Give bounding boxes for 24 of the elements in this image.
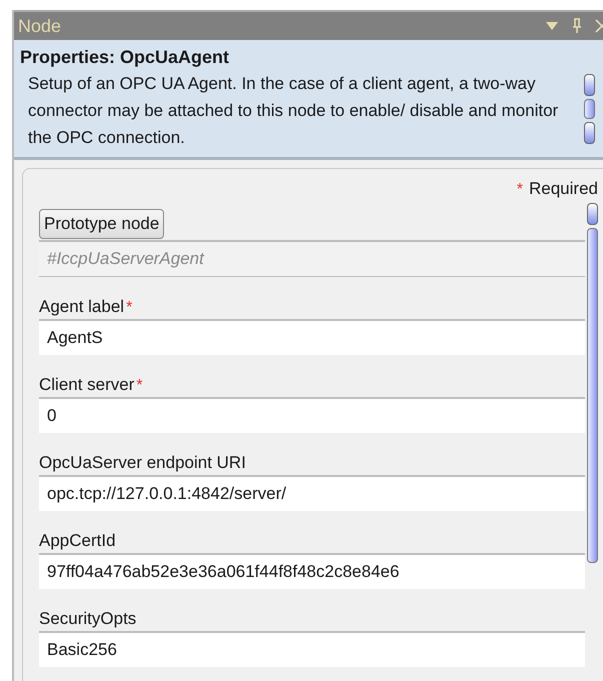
dropdown-icon[interactable] (545, 21, 559, 31)
pin-icon[interactable] (571, 18, 583, 34)
field-label: SecurityOpts (39, 609, 136, 629)
close-icon[interactable] (595, 19, 603, 33)
scrollbar[interactable] (587, 203, 598, 563)
scrollbar[interactable] (584, 74, 595, 144)
field-label: Client server (39, 375, 134, 395)
required-asterisk: * (136, 377, 143, 395)
description-text: Setup of an OPC UA Agent. In the case of a client agent, a two-way connector may be attached to this node to enable/ disable and monitor the OPC connection. (28, 73, 560, 149)
required-asterisk: * (516, 181, 523, 199)
properties-title: Properties: OpcUaAgent (20, 46, 230, 69)
prototype-node-button[interactable]: Prototype node (39, 209, 164, 239)
field-label: Agent label (39, 297, 124, 317)
required-asterisk: * (126, 299, 132, 317)
required-legend: Required (529, 179, 598, 199)
input-field[interactable]: opc.tcp://127.0.0.1:4842/server/ (39, 475, 585, 511)
window-title: Node (18, 16, 62, 36)
field-label: AppCertId (39, 531, 116, 551)
input-field[interactable]: Basic256 (39, 631, 585, 667)
field-label: OpcUaServer endpoint URI (39, 453, 246, 473)
input-field[interactable]: AgentS (39, 319, 585, 355)
input-field[interactable]: 0 (39, 397, 585, 433)
prototype-field: #IccpUaServerAgent (39, 240, 585, 277)
input-field[interactable]: 97ff04a476ab52e3e36a061f44f8f48c2c8e84e6 (39, 553, 585, 589)
